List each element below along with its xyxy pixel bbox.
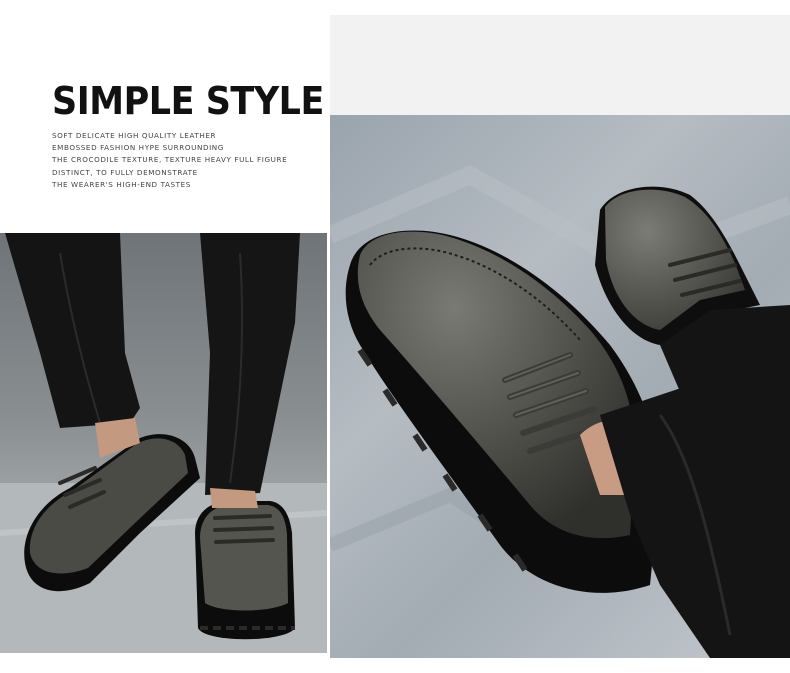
walking-shoe-photo	[0, 233, 327, 653]
description-line: DISTINCT, TO FULLY DEMONSTRATE	[52, 167, 198, 177]
description-line: SOFT DELICATE HIGH QUALITY LEATHER	[52, 131, 217, 140]
page-title: SIMPLE STYLE	[52, 79, 324, 123]
closeup-shoe-illustration	[330, 164, 790, 658]
headline-block: SIMPLE STYLE SOFT DELICATE HIGH QUALITY …	[52, 82, 348, 191]
description-line: THE CROCODILE TEXTURE, TEXTURE HEAVY FUL…	[52, 155, 288, 165]
closeup-shoe-photo	[330, 115, 790, 658]
description-line: EMBOSSED FASHION HYPE SURROUNDING	[52, 143, 224, 153]
description-lines: SOFT DELICATE HIGH QUALITY LEATHER EMBOS…	[52, 130, 348, 191]
product-page: SIMPLE STYLE SOFT DELICATE HIGH QUALITY …	[0, 0, 790, 673]
description-line: THE WEARER'S HIGH-END TASTES	[52, 179, 191, 189]
right-top-backdrop	[330, 15, 790, 115]
walking-shoe-illustration	[0, 233, 327, 653]
